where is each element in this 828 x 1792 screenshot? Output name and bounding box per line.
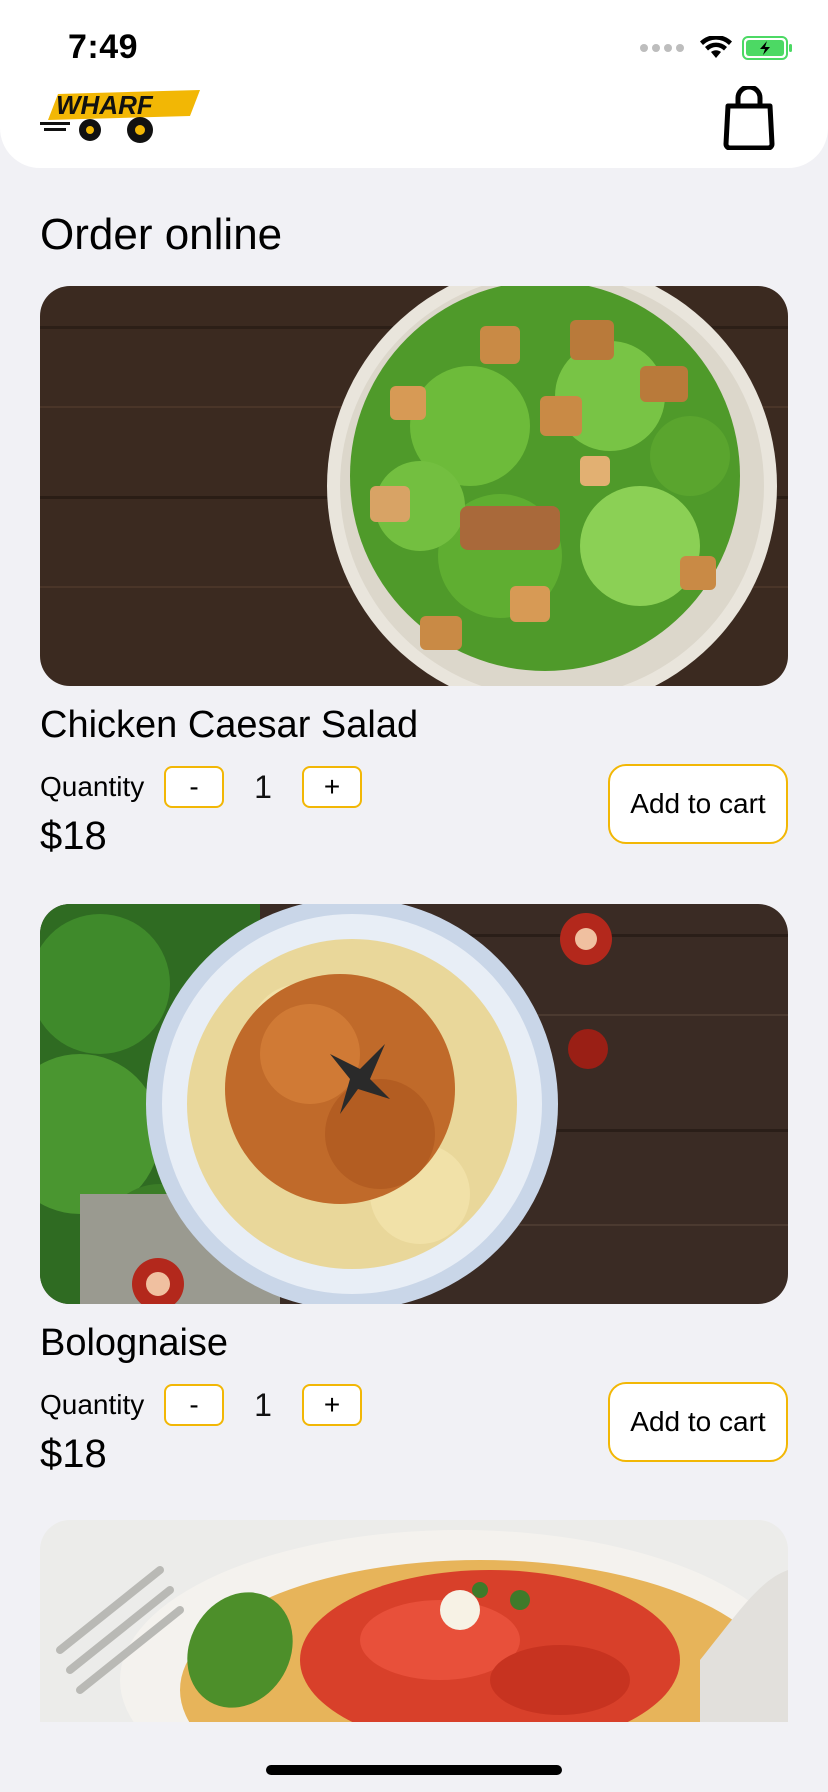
item-price: $18 — [40, 814, 107, 858]
add-to-cart-button[interactable]: Add to cart — [608, 1382, 788, 1462]
decrement-button[interactable]: - — [164, 1384, 224, 1426]
shopping-bag-icon[interactable] — [722, 86, 776, 150]
wifi-icon — [700, 36, 732, 58]
menu-item-card: Chicken Caesar Salad Quantity - 1 + $18 … — [40, 286, 788, 858]
quantity-row: Quantity - 1 + — [40, 766, 362, 808]
bolognaise-image[interactable] — [40, 904, 788, 1304]
cellular-signal-icon — [640, 44, 684, 52]
decrement-button[interactable]: - — [164, 766, 224, 808]
quantity-label: Quantity — [40, 771, 145, 802]
quantity-label: Quantity — [40, 1389, 145, 1420]
quantity-value: 1 — [254, 768, 272, 805]
battery-icon — [742, 36, 792, 60]
spaghetti-image[interactable] — [40, 1520, 788, 1722]
item-name: Bolognaise — [40, 1322, 229, 1364]
menu-item-card: Bolognaise Quantity - 1 + $18 Add to car… — [40, 904, 788, 1476]
app-header: 7:49 WHARF — [0, 0, 828, 168]
add-to-cart-button[interactable]: Add to cart — [608, 764, 788, 844]
item-price: $18 — [40, 1432, 107, 1476]
increment-button[interactable]: + — [302, 766, 362, 808]
status-icons — [640, 36, 794, 60]
wharf-logo: WHARF — [40, 90, 200, 143]
quantity-value: 1 — [254, 1386, 272, 1423]
logo-text: WHARF — [56, 90, 154, 120]
quantity-row: Quantity - 1 + — [40, 1384, 362, 1426]
home-indicator[interactable] — [266, 1765, 562, 1775]
increment-button[interactable]: + — [302, 1384, 362, 1426]
item-name: Chicken Caesar Salad — [40, 704, 419, 746]
chicken-caesar-salad-image[interactable] — [40, 286, 788, 686]
status-time: 7:49 — [68, 28, 139, 66]
page-title: Order online — [40, 210, 283, 259]
